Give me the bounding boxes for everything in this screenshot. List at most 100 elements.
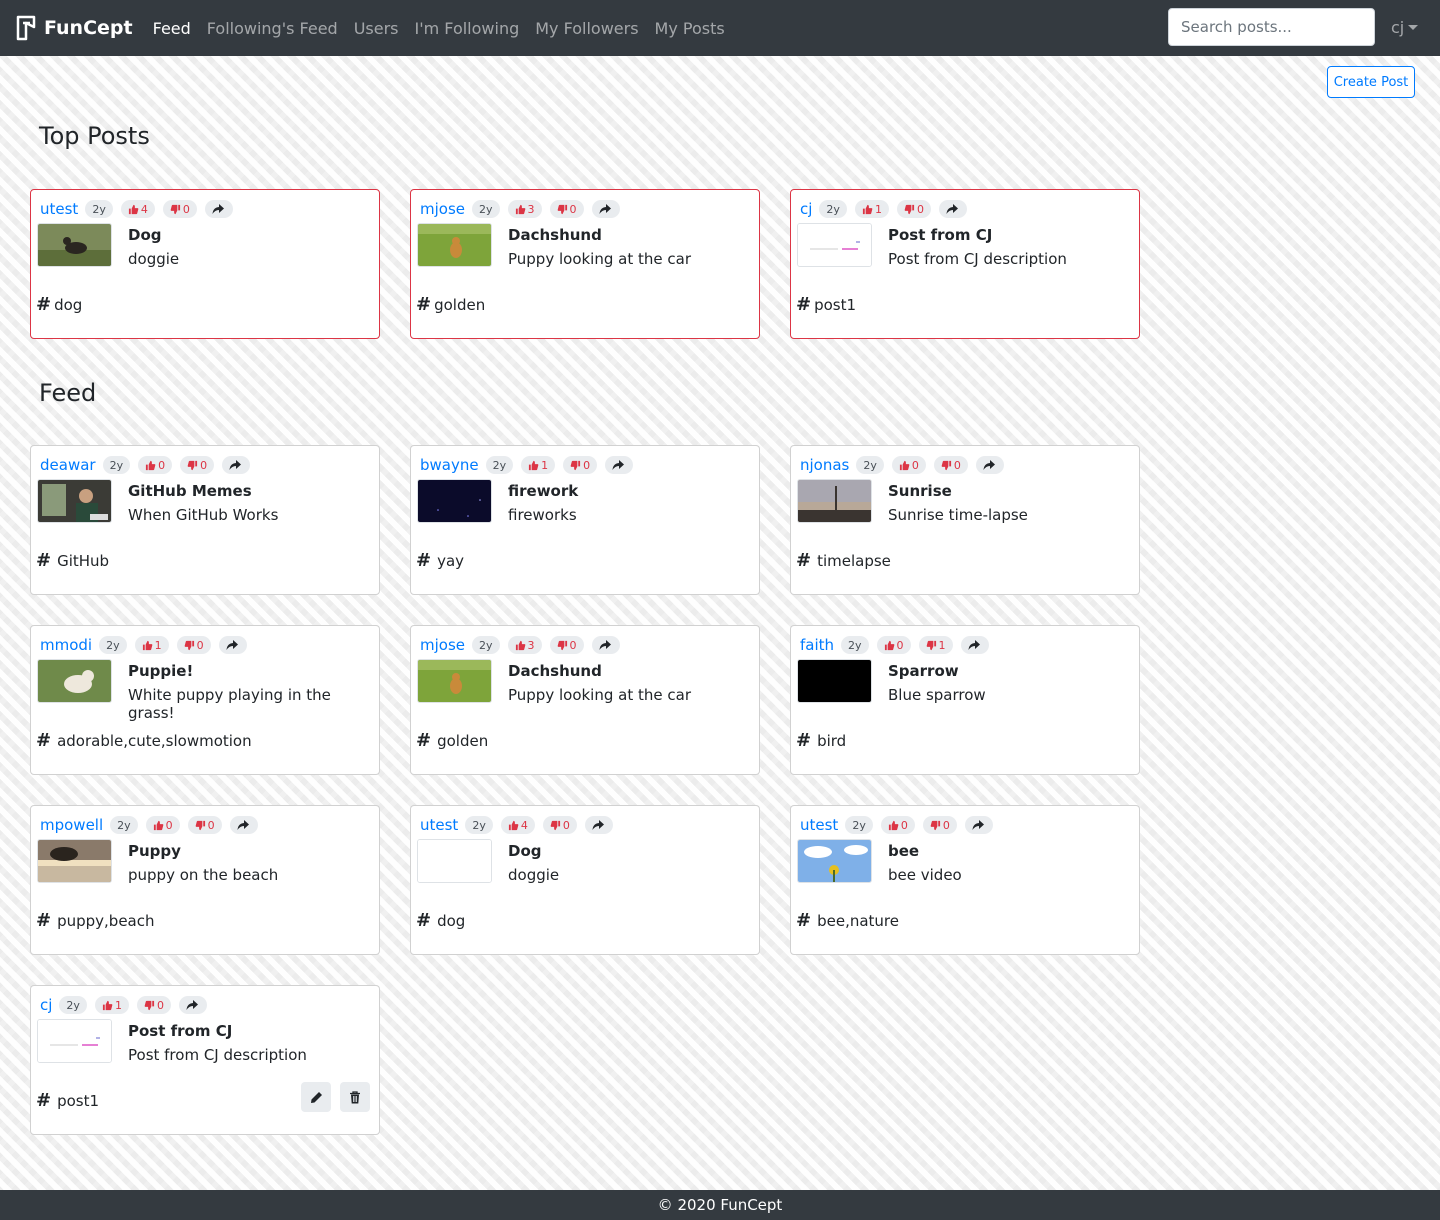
post-title[interactable]: Post from CJ xyxy=(128,1022,232,1040)
dislike-button[interactable]: 0 xyxy=(162,200,197,218)
post-thumbnail[interactable] xyxy=(417,659,492,703)
post-tags-text[interactable]: post1 xyxy=(57,1092,99,1110)
post-author-link[interactable]: mjose xyxy=(420,636,465,654)
feed-post-card[interactable]: mpowell 2y 0 0 Puppy puppy on the beach … xyxy=(30,805,380,955)
post-author-link[interactable]: utest xyxy=(800,816,838,834)
post-title[interactable]: Puppy xyxy=(128,842,181,860)
post-title[interactable]: Sparrow xyxy=(888,662,959,680)
like-button[interactable]: 3 xyxy=(507,636,542,654)
share-button[interactable] xyxy=(204,200,233,218)
post-thumbnail[interactable] xyxy=(37,479,112,523)
post-thumbnail[interactable] xyxy=(797,479,872,523)
post-title[interactable]: Dog xyxy=(508,842,542,860)
share-button[interactable] xyxy=(591,200,620,218)
feed-post-card[interactable]: bwayne 2y 1 0 firework fireworks # yay xyxy=(410,445,760,595)
post-tags-text[interactable]: golden xyxy=(437,732,488,750)
dislike-button[interactable]: 0 xyxy=(922,816,957,834)
share-button[interactable] xyxy=(584,816,613,834)
like-button[interactable]: 1 xyxy=(94,996,129,1014)
dislike-button[interactable]: 0 xyxy=(542,816,577,834)
share-button[interactable] xyxy=(218,636,247,654)
post-title[interactable]: Sunrise xyxy=(888,482,952,500)
share-button[interactable] xyxy=(222,456,251,474)
post-tags-text[interactable]: bird xyxy=(817,732,846,750)
dislike-button[interactable]: 1 xyxy=(918,636,953,654)
user-dropdown[interactable]: cj xyxy=(1391,18,1419,37)
like-button[interactable]: 0 xyxy=(891,456,926,474)
delete-post-button[interactable] xyxy=(340,1082,370,1112)
post-tags-text[interactable]: adorable,cute,slowmotion xyxy=(57,732,252,750)
post-thumbnail[interactable] xyxy=(37,1019,112,1063)
post-thumbnail[interactable] xyxy=(37,223,112,267)
post-author-link[interactable]: bwayne xyxy=(420,456,479,474)
feed-post-card[interactable]: mjose 2y 3 0 Dachshund Puppy looking at … xyxy=(410,625,760,775)
post-thumbnail[interactable] xyxy=(37,839,112,883)
share-button[interactable] xyxy=(964,816,993,834)
create-post-button[interactable]: Create Post xyxy=(1327,66,1415,98)
post-thumbnail[interactable] xyxy=(37,659,112,703)
post-tags-text[interactable]: bee,nature xyxy=(817,912,899,930)
like-button[interactable]: 0 xyxy=(880,816,915,834)
post-title[interactable]: bee xyxy=(888,842,919,860)
post-thumbnail[interactable] xyxy=(797,659,872,703)
dislike-button[interactable]: 0 xyxy=(896,200,931,218)
like-button[interactable]: 1 xyxy=(134,636,169,654)
share-button[interactable] xyxy=(605,456,634,474)
post-title[interactable]: Puppie! xyxy=(128,662,193,680)
feed-post-card[interactable]: faith 2y 0 1 Sparrow Blue sparrow # bird xyxy=(790,625,1140,775)
post-tags-text[interactable]: yay xyxy=(437,552,464,570)
post-title[interactable]: firework xyxy=(508,482,578,500)
dislike-button[interactable]: 0 xyxy=(933,456,968,474)
post-tags-text[interactable]: puppy,beach xyxy=(57,912,154,930)
nav-my-posts[interactable]: My Posts xyxy=(655,19,725,38)
post-author-link[interactable]: utest xyxy=(40,200,78,218)
post-author-link[interactable]: utest xyxy=(420,816,458,834)
post-tags-text[interactable]: dog xyxy=(54,296,82,314)
dislike-button[interactable]: 0 xyxy=(549,200,584,218)
post-tags-text[interactable]: GitHub xyxy=(57,552,109,570)
top-post-card[interactable]: mjose 2y 3 0 Dachshund Puppy looking at … xyxy=(410,189,760,339)
feed-post-card[interactable]: utest 2y 0 0 bee bee video # bee,nature xyxy=(790,805,1140,955)
dislike-button[interactable]: 0 xyxy=(549,636,584,654)
dislike-button[interactable]: 0 xyxy=(563,456,598,474)
post-tags-text[interactable]: timelapse xyxy=(817,552,891,570)
share-button[interactable] xyxy=(591,636,620,654)
like-button[interactable]: 1 xyxy=(521,456,556,474)
feed-post-card[interactable]: njonas 2y 0 0 Sunrise Sunrise time-lapse… xyxy=(790,445,1140,595)
share-button[interactable] xyxy=(938,200,967,218)
post-thumbnail[interactable] xyxy=(417,223,492,267)
top-post-card[interactable]: utest 2y 4 0 Dog doggie # dog xyxy=(30,189,380,339)
post-tags-text[interactable]: post1 xyxy=(814,296,856,314)
feed-post-card[interactable]: deawar 2y 0 0 GitHub Memes When GitHub W… xyxy=(30,445,380,595)
post-thumbnail[interactable] xyxy=(797,839,872,883)
post-author-link[interactable]: faith xyxy=(800,636,834,654)
like-button[interactable]: 0 xyxy=(876,636,911,654)
post-title[interactable]: Dachshund xyxy=(508,662,602,680)
post-author-link[interactable]: mmodi xyxy=(40,636,92,654)
post-author-link[interactable]: mpowell xyxy=(40,816,103,834)
edit-post-button[interactable] xyxy=(301,1082,331,1112)
post-author-link[interactable]: cj xyxy=(800,200,812,218)
dislike-button[interactable]: 0 xyxy=(180,456,215,474)
dislike-button[interactable]: 0 xyxy=(176,636,211,654)
share-button[interactable] xyxy=(178,996,207,1014)
share-button[interactable] xyxy=(960,636,989,654)
post-author-link[interactable]: njonas xyxy=(800,456,849,474)
top-post-card[interactable]: cj 2y 1 0 Post from CJ Post from CJ desc… xyxy=(790,189,1140,339)
dislike-button[interactable]: 0 xyxy=(136,996,171,1014)
post-author-link[interactable]: deawar xyxy=(40,456,96,474)
like-button[interactable]: 0 xyxy=(138,456,173,474)
like-button[interactable]: 3 xyxy=(507,200,542,218)
post-title[interactable]: Post from CJ xyxy=(888,226,992,244)
share-button[interactable] xyxy=(975,456,1004,474)
post-thumbnail[interactable] xyxy=(417,479,492,523)
brand-logo[interactable]: FunCept xyxy=(16,15,133,41)
like-button[interactable]: 4 xyxy=(500,816,535,834)
post-tags-text[interactable]: dog xyxy=(437,912,465,930)
nav-im-following[interactable]: I'm Following xyxy=(415,19,520,38)
nav-my-followers[interactable]: My Followers xyxy=(535,19,638,38)
post-author-link[interactable]: mjose xyxy=(420,200,465,218)
post-thumbnail[interactable] xyxy=(797,223,872,267)
feed-post-card[interactable]: utest 2y 4 0 Dog doggie # dog xyxy=(410,805,760,955)
post-title[interactable]: Dachshund xyxy=(508,226,602,244)
